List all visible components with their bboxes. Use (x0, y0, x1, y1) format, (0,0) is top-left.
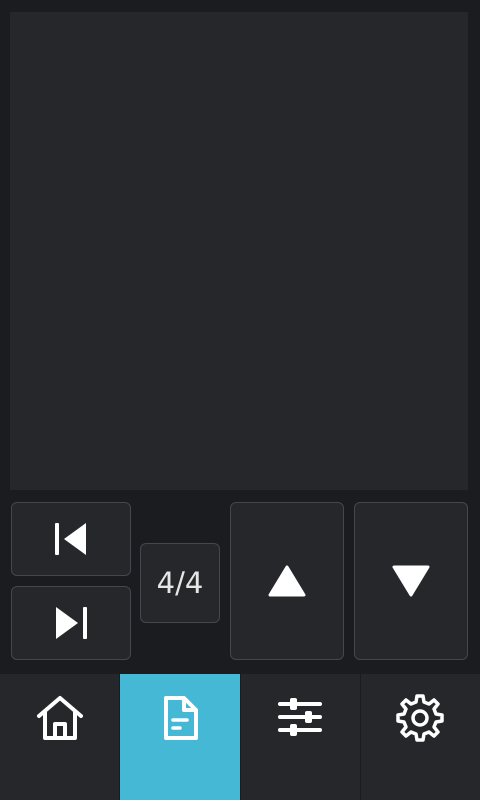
nav-home[interactable] (0, 674, 119, 800)
scroll-down-button[interactable] (354, 502, 468, 660)
gear-icon (396, 694, 445, 742)
page-indicator: 4/4 (140, 543, 220, 623)
home-icon (36, 696, 83, 740)
page-indicator-text: 4/4 (156, 566, 204, 600)
nav-adjust[interactable] (239, 674, 360, 800)
sliders-icon (278, 698, 323, 736)
skip-to-first-icon (55, 523, 86, 555)
preview-area (10, 12, 468, 490)
nav-document[interactable] (119, 674, 240, 800)
scroll-up-button[interactable] (230, 502, 344, 660)
arrow-up-icon (268, 565, 306, 597)
arrow-down-icon (392, 565, 430, 597)
document-icon (163, 696, 198, 740)
first-page-button[interactable] (11, 502, 131, 576)
skip-to-last-icon (56, 607, 87, 639)
last-page-button[interactable] (11, 586, 131, 660)
bottom-navigation (0, 674, 480, 800)
nav-settings[interactable] (359, 674, 480, 800)
